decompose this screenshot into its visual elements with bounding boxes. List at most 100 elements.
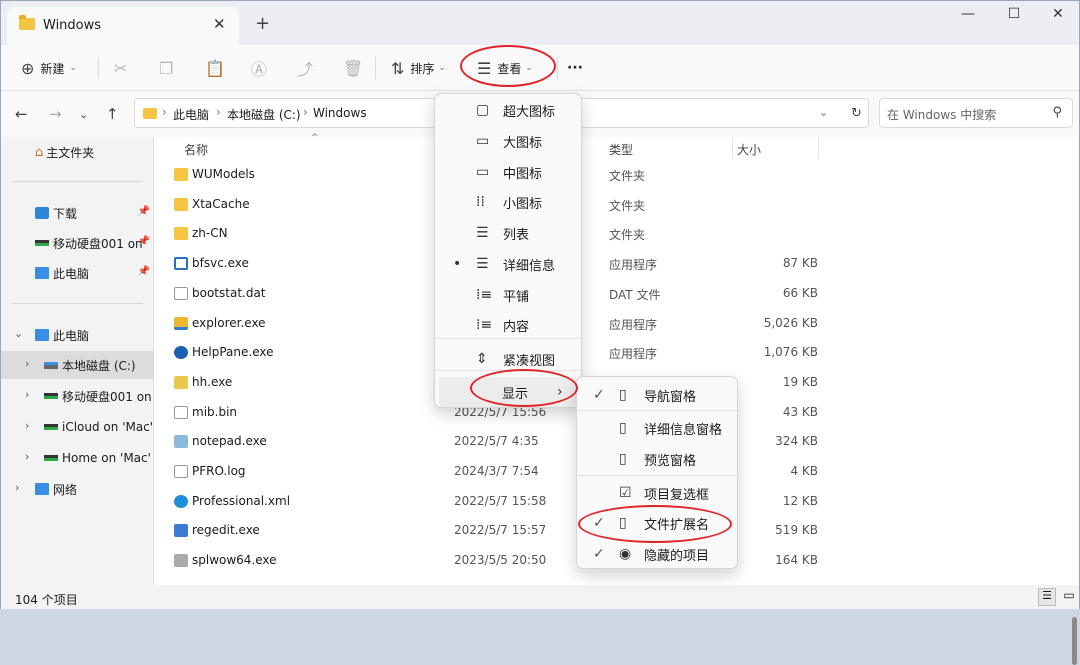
details-view-icon[interactable]: ☰ <box>1038 588 1056 606</box>
file-icon <box>174 465 188 478</box>
file-icon <box>174 375 188 389</box>
sidebar-item-downloads[interactable]: 下载 📌 <box>1 199 154 227</box>
sidebar-item-portable[interactable]: › 移动硬盘001 on 'I <box>1 382 154 410</box>
file-size: 12 KB <box>782 493 818 508</box>
file-size: 324 KB <box>775 434 818 449</box>
show-menu-item-navigation-pane[interactable]: ✓ ▯ 导航窗格 <box>581 380 733 410</box>
show-menu-item-item-checkboxes[interactable]: ☑ 项目复选框 <box>581 478 733 508</box>
back-arrow-icon[interactable]: ← <box>15 105 28 123</box>
breadcrumb-windows[interactable]: Windows <box>313 106 367 120</box>
hidden-items-icon: ◉ <box>619 546 632 562</box>
extra-large-icons-icon: ▢ <box>476 102 490 118</box>
forward-arrow-icon[interactable]: → <box>49 105 62 123</box>
paste-button[interactable]: 📋 <box>205 54 231 82</box>
file-row[interactable]: HelpPane.exe 应用程序 1,076 KB <box>168 338 1078 367</box>
show-menu-item-preview-pane[interactable]: ▯ 预览窗格 <box>581 444 733 474</box>
delete-button[interactable]: 🗑 <box>343 54 369 82</box>
menu-item-label: 大图标 <box>503 135 543 151</box>
sidebar-item-local-c[interactable]: › 本地磁盘 (C:) <box>1 351 154 379</box>
breadcrumb-thispc[interactable]: 此电脑 <box>173 106 209 123</box>
share-button[interactable]: ⤴ <box>297 54 319 82</box>
view-menu-separator <box>435 338 581 339</box>
rename-icon: Ⓐ <box>251 60 268 79</box>
new-tab-button[interactable]: + <box>255 13 270 34</box>
vertical-scrollbar[interactable] <box>1072 617 1077 665</box>
refresh-icon[interactable]: ↻ <box>851 106 862 121</box>
menu-item-label: 平铺 <box>503 289 530 305</box>
file-row[interactable]: explorer.exe 应用程序 5,026 KB <box>168 309 1078 338</box>
view-menu-item-list[interactable]: ☰ 列表 <box>439 218 577 248</box>
up-arrow-icon[interactable]: ↑ <box>106 105 119 123</box>
minimize-button[interactable]: — <box>945 6 991 30</box>
file-row[interactable]: bootstat.dat DAT 文件 66 KB <box>168 279 1078 308</box>
chevron-down-icon[interactable]: ⌄ <box>819 106 828 119</box>
file-size: 164 KB <box>775 553 818 568</box>
more-button[interactable]: ··· <box>567 54 583 82</box>
file-type: 文件夹 <box>609 198 646 213</box>
file-name: bfsvc.exe <box>192 256 249 271</box>
file-icon <box>174 286 188 300</box>
view-lines-icon: ☰ <box>477 58 492 78</box>
scissors-icon: ✂ <box>114 58 128 78</box>
view-menu-item-tiles[interactable]: ⁞≡ 平铺 <box>439 280 577 310</box>
folder-icon <box>143 108 157 119</box>
status-bar: 104 个项目 ☰ ▭ <box>1 585 1079 609</box>
breadcrumb-drive-c[interactable]: 本地磁盘 (C:) <box>227 106 301 123</box>
view-button[interactable]: ☰ 查看 ⌄ <box>477 54 533 82</box>
sort-arrows-icon: ⇅ <box>391 58 405 78</box>
tiles-view-icon[interactable]: ▭ <box>1060 588 1078 606</box>
file-name: splwow64.exe <box>192 553 277 568</box>
show-menu-item-hidden-items[interactable]: ✓ ◉ 隐藏的项目 <box>581 539 733 569</box>
menu-item-label: 紧凑视图 <box>503 353 556 369</box>
tab-close-icon[interactable]: ✕ <box>213 15 226 33</box>
folder-icon <box>174 168 188 181</box>
collapse-chevron-icon: › <box>15 481 20 494</box>
close-button[interactable]: ✕ <box>1035 6 1080 30</box>
view-menu-item-extra-large-icons[interactable]: ▢ 超大图标 <box>439 95 577 125</box>
sidebar-item-icloud[interactable]: › iCloud on 'Mac' ( <box>1 413 154 441</box>
search-placeholder: 在 Windows 中搜索 <box>887 108 997 122</box>
recent-chevron-icon[interactable]: ⌄ <box>79 108 88 121</box>
sidebar-item-home[interactable]: ⌂ 主文件夹 <box>1 138 154 166</box>
sidebar-item-thispc[interactable]: ⌄ 此电脑 <box>1 321 154 349</box>
preview-pane-icon: ▯ <box>619 451 627 467</box>
column-divider <box>818 137 819 159</box>
file-row[interactable]: WUModels 文件夹 <box>168 160 1078 189</box>
rename-button[interactable]: Ⓐ <box>251 54 273 82</box>
tab-windows[interactable]: Windows ✕ <box>7 7 239 45</box>
tiles-icon: ⁞≡ <box>476 287 493 303</box>
view-menu-item-small-icons[interactable]: ⁞⁞ 小图标 <box>439 187 577 217</box>
file-row[interactable]: bfsvc.exe 应用程序 87 KB <box>168 249 1078 278</box>
view-menu-item-content[interactable]: ⁞≡ 内容 <box>439 310 577 340</box>
view-menu-item-large-icons[interactable]: ▭ 大图标 <box>439 126 577 156</box>
column-header-name[interactable]: 名称 <box>184 141 208 158</box>
file-row[interactable]: XtaCache 文件夹 <box>168 190 1078 219</box>
cut-button[interactable]: ✂ <box>114 54 133 82</box>
column-header-size[interactable]: 大小 <box>737 141 761 158</box>
submenu-chevron-icon: › <box>557 384 563 400</box>
new-button[interactable]: ⊕ 新建 ⌄ <box>21 54 77 82</box>
sidebar-item-home-mac[interactable]: › Home on 'Mac' ( <box>1 444 154 472</box>
view-menu-item-medium-icons[interactable]: ▭ 中图标 <box>439 157 577 187</box>
file-icon <box>174 524 188 538</box>
show-menu-item-details-pane[interactable]: ▯ 详细信息窗格 <box>581 413 733 443</box>
file-name: HelpPane.exe <box>192 345 274 360</box>
sidebar-item-thispc-pinned[interactable]: 此电脑 📌 <box>1 259 154 287</box>
file-name: notepad.exe <box>192 434 267 449</box>
column-header-type[interactable]: 类型 <box>609 141 633 158</box>
view-menu-item-show[interactable]: 显示 › <box>439 377 577 407</box>
search-input[interactable]: 在 Windows 中搜索 ⚲ <box>879 98 1073 128</box>
file-row[interactable]: zh-CN 文件夹 <box>168 219 1078 248</box>
show-menu-item-file-extensions[interactable]: ✓ ▯ 文件扩展名 <box>581 508 733 538</box>
column-divider <box>732 137 733 159</box>
sort-button[interactable]: ⇅ 排序 ⌄ <box>391 54 446 82</box>
sidebar-item-network[interactable]: › 网络 <box>1 475 154 503</box>
copy-button[interactable]: ❐ <box>159 54 179 82</box>
sidebar-item-portable-pinned[interactable]: 移动硬盘001 on 📌 <box>1 229 154 257</box>
file-name: hh.exe <box>192 374 233 389</box>
pin-icon: 📌 <box>137 206 150 217</box>
separator <box>557 57 558 79</box>
view-menu-item-details[interactable]: ☰ 详细信息 • <box>439 249 577 279</box>
maximize-button[interactable]: ☐ <box>991 6 1037 30</box>
separator <box>375 57 376 79</box>
